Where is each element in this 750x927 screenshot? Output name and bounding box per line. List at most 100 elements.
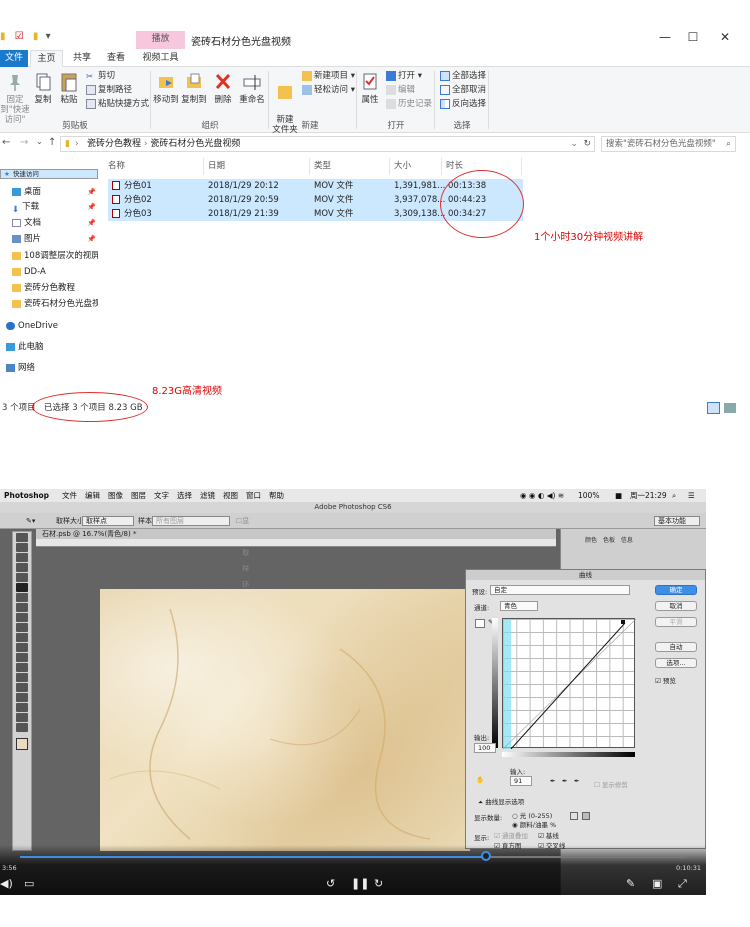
grid-large-icon[interactable] xyxy=(582,812,590,820)
video-player[interactable]: Photoshop 文件 编辑 图像 图层 文字 选择 滤镜 视图 窗口 帮助 … xyxy=(0,489,706,895)
crop-tool-icon[interactable] xyxy=(16,573,28,582)
sample-select[interactable]: 所有图层 xyxy=(152,516,230,526)
nav-item-desktop[interactable]: 桌面 📌 xyxy=(0,185,98,199)
nav-item-folder[interactable]: 瓷砖分色教程 xyxy=(0,281,98,295)
eyedropper-icon[interactable]: ✎▾ xyxy=(26,513,35,529)
lasso-tool-icon[interactable] xyxy=(16,553,28,562)
paste-shortcut-button[interactable]: 粘贴快捷方式 xyxy=(86,98,149,110)
copy-to-button[interactable]: 复制到 xyxy=(180,71,208,105)
input-field[interactable]: 91 xyxy=(510,776,532,786)
edit-button[interactable]: 编辑 xyxy=(386,84,415,96)
menu-layer[interactable]: 图层 xyxy=(131,489,146,502)
checkbox-icon[interactable]: ☑ xyxy=(15,31,24,42)
preview-checkbox[interactable]: ☑ 预览 xyxy=(655,675,676,685)
large-icons-view-icon[interactable] xyxy=(724,403,736,413)
maximize-icon[interactable]: ☐ xyxy=(683,30,703,44)
options-button[interactable]: 选项... xyxy=(655,658,697,668)
search-input[interactable]: 搜索"瓷砖石材分色光盘视频" ⌕ xyxy=(601,136,736,152)
menu-view[interactable]: 视图 xyxy=(223,489,238,502)
curve-tool-icon[interactable] xyxy=(475,619,485,628)
display-options-toggle[interactable]: ⏶ 曲线显示选项 xyxy=(478,796,524,807)
workspace-select[interactable]: 基本功能 xyxy=(654,516,700,526)
pen-icon[interactable]: ✎ xyxy=(626,877,635,890)
menu-edit[interactable]: 编辑 xyxy=(85,489,100,502)
menu-window[interactable]: 窗口 xyxy=(246,489,261,502)
pin-icon[interactable]: 📌 xyxy=(87,216,96,230)
healing-tool-icon[interactable] xyxy=(16,593,28,602)
recent-dropdown-icon[interactable]: ⌄ xyxy=(36,137,43,146)
fullscreen-icon[interactable]: ⤢ xyxy=(678,877,687,891)
rewind-10-icon[interactable]: ↺ xyxy=(326,877,335,890)
tab-home[interactable]: 主页 xyxy=(30,50,63,67)
tab-file[interactable]: 文件 xyxy=(0,50,28,67)
show-clipping-checkbox[interactable]: ☐ 显示修剪 xyxy=(594,779,628,789)
column-header-size[interactable]: 大小 xyxy=(390,158,442,175)
new-item-button[interactable]: 新建项目 ▾ xyxy=(302,70,355,82)
invert-selection-button[interactable]: 反向选择 xyxy=(440,98,486,110)
move-to-button[interactable]: 移动到 xyxy=(152,71,180,105)
menu-help[interactable]: 帮助 xyxy=(269,489,284,502)
nav-onedrive[interactable]: OneDrive xyxy=(0,319,98,333)
history-button[interactable]: 历史记录 xyxy=(386,98,432,110)
smooth-button[interactable]: 平滑 xyxy=(655,617,697,627)
column-header-name[interactable]: 名称 xyxy=(104,158,204,175)
forward-arrow-icon[interactable]: → xyxy=(20,137,28,148)
curve-graph[interactable] xyxy=(502,618,636,749)
pen-tool-icon[interactable] xyxy=(16,673,28,682)
eyedropper-gray-icon[interactable]: ✒ xyxy=(562,777,567,785)
text-tool-icon[interactable] xyxy=(16,683,28,692)
pin-icon[interactable]: 📌 xyxy=(87,200,96,214)
foreground-color-swatch[interactable] xyxy=(16,738,28,750)
ok-button[interactable]: 确定 xyxy=(655,585,697,595)
paste-button[interactable]: 粘贴 xyxy=(58,71,80,105)
forward-30-icon[interactable]: ↻ xyxy=(374,877,383,890)
brush-tool-icon[interactable] xyxy=(16,603,28,612)
delete-button[interactable]: 删除 xyxy=(212,71,234,105)
shape-tool-icon[interactable] xyxy=(16,703,28,712)
tab-video-tools[interactable]: 视频工具 xyxy=(136,50,185,67)
stamp-tool-icon[interactable] xyxy=(16,613,28,622)
eyedropper-white-icon[interactable]: ✒ xyxy=(574,777,579,785)
open-button[interactable]: 打开 ▾ xyxy=(386,70,422,82)
back-arrow-icon[interactable]: ← xyxy=(2,137,10,148)
document-tab[interactable]: 石材.psb @ 16.7%(青色/8) * xyxy=(36,529,556,539)
nav-network[interactable]: 网络 xyxy=(0,361,98,375)
properties-button[interactable]: 属性 xyxy=(358,71,382,105)
nav-this-pc[interactable]: 此电脑 xyxy=(0,340,98,354)
auto-button[interactable]: 自动 xyxy=(655,642,697,652)
breadcrumb-1[interactable]: 瓷砖分色教程 xyxy=(87,139,141,149)
pause-icon[interactable]: ❚❚ xyxy=(351,877,369,890)
nav-item-folder[interactable]: 108调整层次的视屏 xyxy=(0,249,98,263)
column-header-type[interactable]: 类型 xyxy=(310,158,390,175)
copy-button[interactable]: 复制 xyxy=(32,71,54,105)
eraser-tool-icon[interactable] xyxy=(16,633,28,642)
pin-icon[interactable]: 📌 xyxy=(87,185,96,199)
menu-select[interactable]: 选择 xyxy=(177,489,192,502)
tab-view[interactable]: 查看 xyxy=(102,50,130,67)
column-header-date[interactable]: 日期 xyxy=(204,158,310,175)
channel-select[interactable]: 青色 xyxy=(500,601,538,611)
copy-path-button[interactable]: 复制路径 xyxy=(86,84,132,96)
path-select-tool-icon[interactable] xyxy=(16,693,28,702)
dropdown-icon[interactable]: ▾ xyxy=(46,31,51,42)
grid-small-icon[interactable] xyxy=(570,812,578,820)
output-field[interactable]: 100 xyxy=(474,743,496,753)
nav-item-folder[interactable]: DD-A xyxy=(0,265,98,279)
pin-quick-access-button[interactable]: 固定到"快速访问" xyxy=(0,71,30,125)
search-icon[interactable]: ⌕ xyxy=(672,489,676,502)
target-adjust-icon[interactable]: ✋ xyxy=(476,776,484,784)
menu-file[interactable]: 文件 xyxy=(62,489,77,502)
menu-app[interactable]: Photoshop xyxy=(4,489,49,502)
cancel-button[interactable]: 取消 xyxy=(655,601,697,611)
gradient-tool-icon[interactable] xyxy=(16,643,28,652)
nav-quick-access[interactable]: ★ 快速访问 xyxy=(0,169,98,179)
dodge-tool-icon[interactable] xyxy=(16,663,28,672)
channel-overlays-checkbox[interactable]: ☑ 通道叠加 xyxy=(494,830,528,840)
tab-swatches[interactable]: 色板 xyxy=(603,537,615,544)
blur-tool-icon[interactable] xyxy=(16,653,28,662)
details-view-icon[interactable] xyxy=(707,402,720,414)
marquee-tool-icon[interactable] xyxy=(16,543,28,552)
history-brush-tool-icon[interactable] xyxy=(16,623,28,632)
tab-color[interactable]: 颜色 xyxy=(585,537,597,544)
zoom-tool-icon[interactable] xyxy=(16,723,28,732)
